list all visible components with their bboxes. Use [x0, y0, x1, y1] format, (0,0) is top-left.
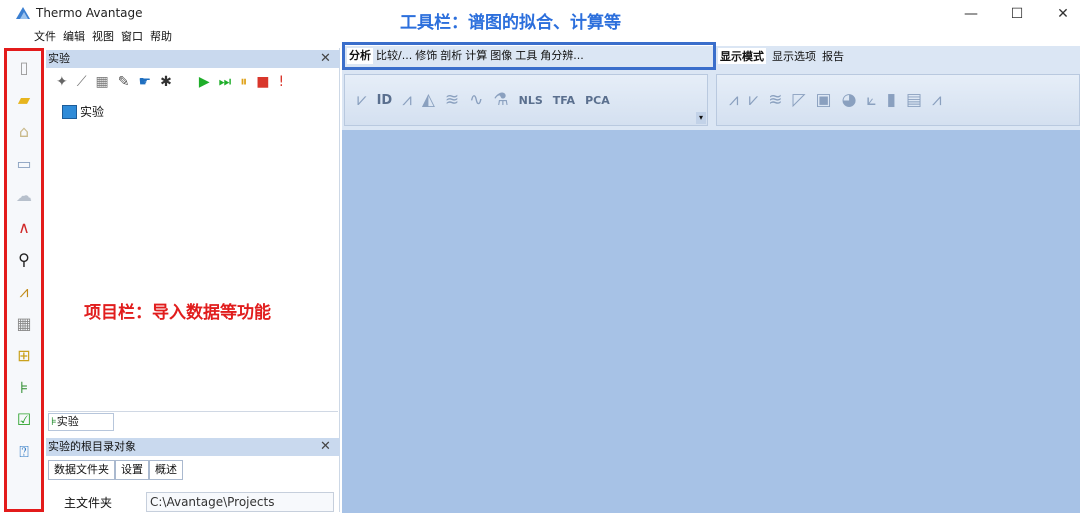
project-annotation: 项目栏：导入数据等功能 — [84, 303, 271, 323]
play-icon[interactable]: ▶ — [199, 74, 210, 90]
stack-view-icon[interactable]: ≋ — [768, 90, 782, 110]
tfa-button[interactable]: TFA — [553, 94, 575, 107]
flask-icon[interactable]: ⚗ — [493, 90, 508, 110]
project-panel-close-icon[interactable]: ✕ — [320, 50, 331, 68]
peak-fit-icon[interactable]: ⩘ — [11, 279, 37, 304]
tab-settings[interactable]: 设置 — [115, 460, 149, 480]
tab-display-mode[interactable]: 显示模式 — [718, 48, 766, 64]
background-icon[interactable]: ◭ — [422, 90, 435, 110]
image-view-icon[interactable]: ▣ — [816, 90, 832, 110]
analysis-tool-group: ⩗ ID ⩘ ◭ ≋ ∿ ⚗ NLS TFA PCA — [344, 74, 708, 126]
pointer-icon[interactable]: ☛ — [139, 74, 152, 90]
tab-modify[interactable]: 修饰 — [415, 48, 437, 64]
grid-map-icon[interactable]: ▦ — [11, 311, 37, 336]
pause-icon[interactable]: ⏸ — [240, 74, 247, 90]
derivative-icon[interactable]: ∿ — [469, 90, 483, 110]
grid-icon[interactable]: ▦ — [96, 74, 109, 90]
tree-item-label: 实验 — [80, 105, 105, 119]
tab-analysis[interactable]: 分析 — [347, 48, 373, 64]
window-title: Thermo Avantage — [36, 6, 143, 20]
project-panel-header: 实验 — [46, 50, 340, 68]
ribbon-tabs-highlight: 分析 比较/... 修饰 剖析 计算 图像 工具 角分辨... — [342, 42, 716, 70]
menu-window[interactable]: 窗口 — [121, 28, 143, 46]
pca-button[interactable]: PCA — [585, 94, 610, 107]
tab-data-folder[interactable]: 数据文件夹 — [48, 460, 115, 480]
gear-icon[interactable]: ✱ — [160, 74, 172, 90]
alert-icon[interactable]: ! — [278, 74, 284, 90]
pen-icon[interactable]: ✎ — [118, 74, 130, 90]
ribbon-expand-icon[interactable]: ▾ — [696, 112, 706, 124]
tab-tools[interactable]: 工具 — [515, 48, 537, 64]
minimize-button[interactable]: — — [956, 4, 986, 24]
overlay-view-icon[interactable]: ⩗ — [749, 90, 759, 110]
fit-peaks-icon[interactable]: ⩘ — [402, 90, 412, 110]
stop-icon[interactable]: ■ — [256, 74, 269, 90]
energy-scale-icon[interactable]: ⩘ — [932, 90, 942, 110]
import-icon[interactable]: ⌂ — [11, 119, 37, 144]
project-tree — [48, 98, 338, 412]
tab-profile[interactable]: 剖析 — [440, 48, 462, 64]
peak-id-icon[interactable]: ⩗ — [357, 90, 367, 110]
id-button[interactable]: ID — [377, 93, 393, 108]
line-tool-icon[interactable]: ⟋ — [77, 74, 87, 90]
menu-bar: 文件 编辑 视图 窗口 帮助 — [0, 28, 345, 46]
tab-calculate[interactable]: 计算 — [465, 48, 487, 64]
tab-compare[interactable]: 比较/... — [376, 48, 412, 64]
profile-view-icon[interactable]: ⟀ — [866, 90, 876, 110]
properties-tabs: 数据文件夹 设置 概述 — [48, 460, 183, 480]
tab-report[interactable]: 报告 — [822, 48, 844, 64]
3d-view-icon[interactable]: ◸ — [792, 90, 805, 110]
open-folder-icon[interactable]: ▰ — [11, 87, 37, 112]
workspace-area[interactable] — [342, 130, 1080, 513]
main-folder-field[interactable]: C:\Avantage\Projects — [146, 492, 334, 512]
main-folder-label: 主文件夹 — [64, 496, 113, 510]
menu-help[interactable]: 帮助 — [150, 28, 172, 46]
step-icon[interactable]: ⏭ — [219, 74, 232, 90]
menu-edit[interactable]: 编辑 — [63, 28, 85, 46]
smooth-icon[interactable]: ≋ — [445, 90, 459, 110]
nls-button[interactable]: NLS — [519, 94, 543, 107]
bar-chart-icon[interactable]: ▮ — [887, 90, 896, 110]
toolbar-annotation: 工具栏：谱图的拟合、计算等 — [400, 13, 621, 33]
microscope-icon[interactable]: ⚲ — [11, 247, 37, 272]
table-icon[interactable]: ⊞ — [11, 343, 37, 368]
maximize-button[interactable]: ☐ — [1002, 4, 1032, 24]
tab-image[interactable]: 图像 — [490, 48, 512, 64]
help-context-icon[interactable]: ⍰ — [11, 439, 37, 464]
menu-file[interactable]: 文件 — [34, 28, 56, 46]
cloud-icon[interactable]: ☁ — [11, 183, 37, 208]
project-toolbar: ✦ ⟋ ▦ ✎ ☛ ✱ ▶ ⏭ ⏸ ■ ! — [48, 70, 340, 94]
save-icon[interactable]: ▭ — [11, 151, 37, 176]
spectrum-peak-icon[interactable]: ∧ — [11, 215, 37, 240]
table-view-icon[interactable]: ▤ — [906, 90, 922, 110]
tree-item-experiment[interactable]: 实验 — [62, 103, 104, 120]
app-logo-icon — [16, 7, 30, 19]
properties-panel-close-icon[interactable]: ✕ — [320, 438, 331, 456]
tab-experiment[interactable]: ⊧实验 — [48, 413, 114, 431]
project-vertical-toolbar: ▯ ▰ ⌂ ▭ ☁ ∧ ⚲ ⩘ ▦ ⊞ ⊧ ☑ ⍰ — [4, 48, 44, 512]
close-button[interactable]: ✕ — [1048, 4, 1078, 24]
properties-panel-header: 实验的根目录对象 — [46, 438, 340, 456]
tree-structure-icon[interactable]: ⊧ — [11, 375, 37, 400]
spectrum-view-icon[interactable]: ⩘ — [729, 90, 739, 110]
tab-display-options[interactable]: 显示选项 — [772, 48, 816, 64]
display-tool-group: ⩘ ⩗ ≋ ◸ ▣ ◕ ⟀ ▮ ▤ ⩘ — [716, 74, 1080, 126]
new-document-icon[interactable]: ▯ — [11, 55, 37, 80]
tab-angle-resolved[interactable]: 角分辨... — [540, 48, 584, 64]
menu-view[interactable]: 视图 — [92, 28, 114, 46]
tab-overview[interactable]: 概述 — [149, 460, 183, 480]
ribbon-tabs-right: 显示模式 显示选项 报告 — [718, 48, 844, 64]
check-report-icon[interactable]: ☑ — [11, 407, 37, 432]
experiment-icon — [62, 104, 77, 119]
pie-chart-icon[interactable]: ◕ — [842, 90, 857, 110]
add-icon[interactable]: ✦ — [56, 74, 68, 90]
